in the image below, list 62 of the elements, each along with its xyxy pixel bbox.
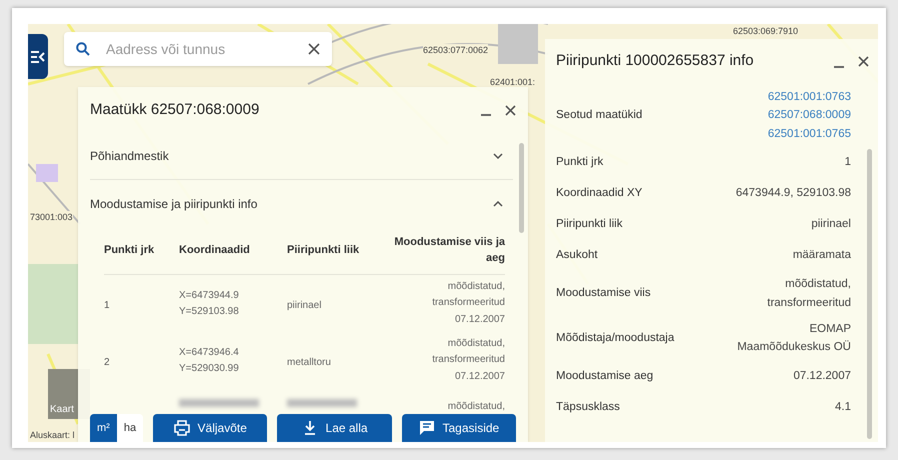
panel-title: Piiripunkti 100002655837 info [556, 51, 755, 72]
search-icon [76, 42, 90, 56]
parcel-link[interactable]: 62501:001:0763 [768, 88, 851, 106]
accordion-header[interactable]: Moodustamise ja piiripunkti info [90, 180, 513, 227]
field-label: Asukoht [556, 248, 598, 264]
field-label: Seotud maatükid [556, 108, 642, 123]
field-value: 6473944.9, 529103.98 [736, 186, 851, 202]
minimize-icon[interactable] [834, 66, 844, 68]
table-cell-text: X=6473946.4 Y=529030.99 [179, 346, 240, 376]
table-cell: 2 [104, 356, 110, 368]
field-label: Koordinaadid XY [556, 186, 642, 202]
search-field[interactable]: Aadress või tunnus [106, 38, 292, 60]
action-button[interactable]: Väljavõte [153, 414, 268, 442]
parcel-link[interactable]: 62507:068:0009 [768, 106, 851, 125]
close-icon[interactable] [858, 56, 869, 67]
field-label: Täpsusklass [556, 400, 620, 415]
parcel-link[interactable]: 62501:001:0765 [768, 124, 851, 144]
menu-button[interactable] [28, 34, 48, 79]
field-label: Punkti jrk [556, 155, 604, 170]
table-cell-text: X=6473944.9 Y=529103.98 [179, 288, 240, 318]
column-header: Punkti jrk [104, 242, 156, 258]
field-label: Piiripunkti liik [556, 217, 622, 232]
column-header: Koordinaadid [179, 242, 251, 258]
panel-title: Maatükk 62507:068:0009 [90, 100, 260, 120]
scrollbar[interactable] [867, 149, 872, 439]
clear-icon[interactable] [308, 43, 320, 55]
field-label: Mõõdistaja/moodustaja [556, 330, 674, 346]
close-icon[interactable] [505, 104, 516, 116]
action-button[interactable]: Tagasiside [402, 414, 516, 442]
table-cell-text: mõõdistatud, [446, 400, 505, 414]
table-cell: 1 [104, 300, 110, 310]
field-value: Maamõõdukeskus OÜ [737, 339, 851, 356]
accordion-header[interactable]: Põhiandmestik [90, 133, 513, 180]
field-value: mõõdistatud, [784, 277, 851, 292]
field-value: piirinael [811, 217, 851, 232]
table-cell-text: mõõdistatud, transformeeritud 07.12.2007 [431, 280, 505, 327]
field-label: Moodustamise aeg [556, 368, 654, 384]
menu-collapse-icon [31, 50, 45, 62]
field-value: transformeeritud [767, 296, 851, 311]
chevron-up-icon [493, 200, 503, 206]
field-value: 07.12.2007 [793, 369, 851, 384]
building-shape [36, 164, 58, 182]
map-thumbnail-label: Kaart [49, 403, 75, 417]
field-value: 4.1 [835, 400, 851, 416]
field-value: EOMAP [808, 322, 851, 337]
unit-toggle[interactable]: m² [90, 414, 117, 442]
scrollbar[interactable] [519, 143, 524, 233]
blurred-text [287, 399, 357, 407]
printer-icon [174, 420, 190, 436]
field-label: Moodustamise viis [556, 286, 651, 301]
table-cell-text: mõõdistatud, transformeeritud 07.12.2007 [431, 336, 505, 384]
column-header: Piiripunkti liik [287, 242, 360, 258]
field-value: 1 [844, 155, 851, 170]
chevron-down-icon [493, 153, 503, 159]
building-shape [498, 24, 538, 64]
column-header: Moodustamise viis ja aeg [393, 234, 505, 266]
search-bar[interactable]: Aadress või tunnus [64, 32, 332, 66]
message-icon [418, 420, 434, 436]
table-cell: metalltoru [287, 356, 331, 368]
table-cell: piirinael [287, 300, 322, 310]
action-button[interactable]: Lae alla [277, 414, 392, 442]
field-value: määramata [792, 248, 851, 264]
